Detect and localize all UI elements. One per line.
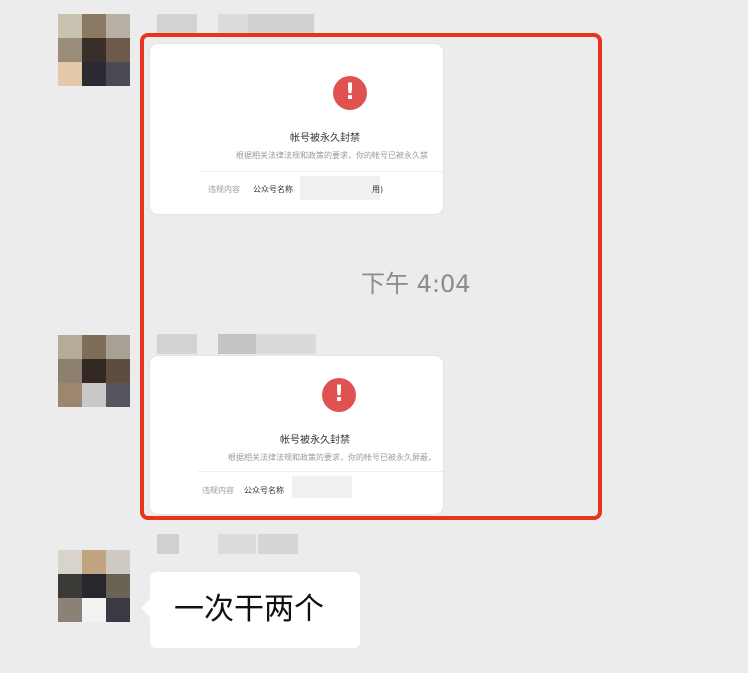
- bubble-tail: [141, 599, 150, 617]
- avatar[interactable]: [58, 550, 130, 622]
- highlight-frame: [140, 33, 602, 520]
- avatar[interactable]: [58, 14, 130, 86]
- avatar[interactable]: [58, 335, 130, 407]
- message-bubble[interactable]: 一次干两个: [150, 572, 360, 648]
